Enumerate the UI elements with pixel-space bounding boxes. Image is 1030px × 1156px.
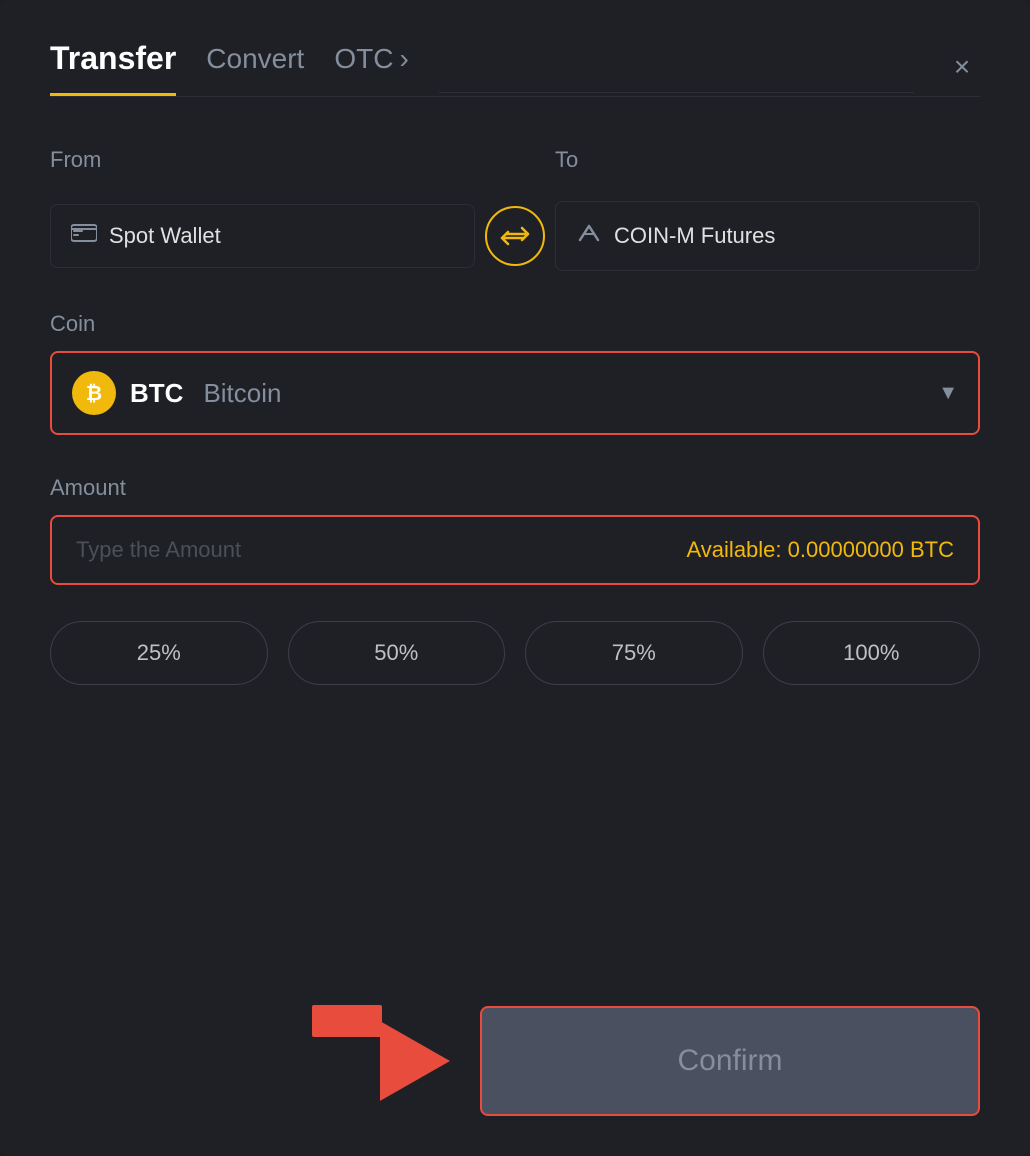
amount-available: Available: 0.00000000 BTC [687, 537, 954, 563]
to-wallet-name: COIN-M Futures [614, 223, 775, 249]
from-col: Spot Wallet [50, 204, 475, 268]
coin-section: Coin ₿ BTC Bitcoin ▼ [50, 311, 980, 435]
header-divider [439, 92, 914, 93]
to-col: COIN-M Futures [555, 201, 980, 271]
amount-label: Amount [50, 475, 980, 501]
amount-box: Type the Amount Available: 0.00000000 BT… [50, 515, 980, 585]
pct-25-button[interactable]: 25% [50, 621, 268, 685]
arrow-shaft [312, 1005, 382, 1037]
from-wallet-box[interactable]: Spot Wallet [50, 204, 475, 268]
percentage-row: 25% 50% 75% 100% [50, 621, 980, 685]
amount-section: Amount Type the Amount Available: 0.0000… [50, 475, 980, 585]
swap-button[interactable] [485, 206, 545, 266]
bottom-area: Confirm [50, 986, 980, 1116]
from-label: From [50, 147, 475, 173]
pct-100-button[interactable]: 100% [763, 621, 981, 685]
from-to-row: Spot Wallet [50, 201, 980, 271]
coin-symbol: BTC [130, 378, 183, 409]
from-to-labels: From To [50, 147, 980, 187]
from-wallet-name: Spot Wallet [109, 223, 221, 249]
tab-otc[interactable]: OTC › [334, 43, 408, 94]
tab-transfer[interactable]: Transfer [50, 40, 176, 96]
close-button[interactable]: × [944, 49, 980, 85]
pct-50-button[interactable]: 50% [288, 621, 506, 685]
btc-icon: ₿ [72, 371, 116, 415]
to-label: To [555, 147, 980, 173]
from-to-section: Spot Wallet [50, 201, 980, 271]
coin-selector[interactable]: ₿ BTC Bitcoin ▼ [50, 351, 980, 435]
futures-icon [576, 220, 602, 252]
header-divider-line [50, 96, 980, 97]
swap-label-col [475, 147, 555, 187]
amount-placeholder[interactable]: Type the Amount [76, 537, 687, 563]
coin-name: Bitcoin [203, 378, 281, 409]
svg-text:₿: ₿ [86, 383, 102, 405]
pct-75-button[interactable]: 75% [525, 621, 743, 685]
tab-convert[interactable]: Convert [206, 43, 304, 94]
transfer-modal: Transfer Convert OTC › × From To [0, 0, 1030, 1156]
wallet-icon [71, 223, 97, 249]
swap-col [475, 206, 555, 266]
from-label-col: From [50, 147, 475, 187]
arrow-head [380, 1021, 450, 1101]
arrow-area [50, 1021, 480, 1101]
coin-label: Coin [50, 311, 980, 337]
to-wallet-box[interactable]: COIN-M Futures [555, 201, 980, 271]
available-value: 0.00000000 BTC [788, 537, 954, 562]
coin-chevron-icon: ▼ [938, 382, 958, 405]
confirm-button[interactable]: Confirm [480, 1006, 980, 1116]
header: Transfer Convert OTC › × [50, 40, 980, 96]
to-label-col: To [555, 147, 980, 187]
arrow-indicator [380, 1021, 450, 1101]
